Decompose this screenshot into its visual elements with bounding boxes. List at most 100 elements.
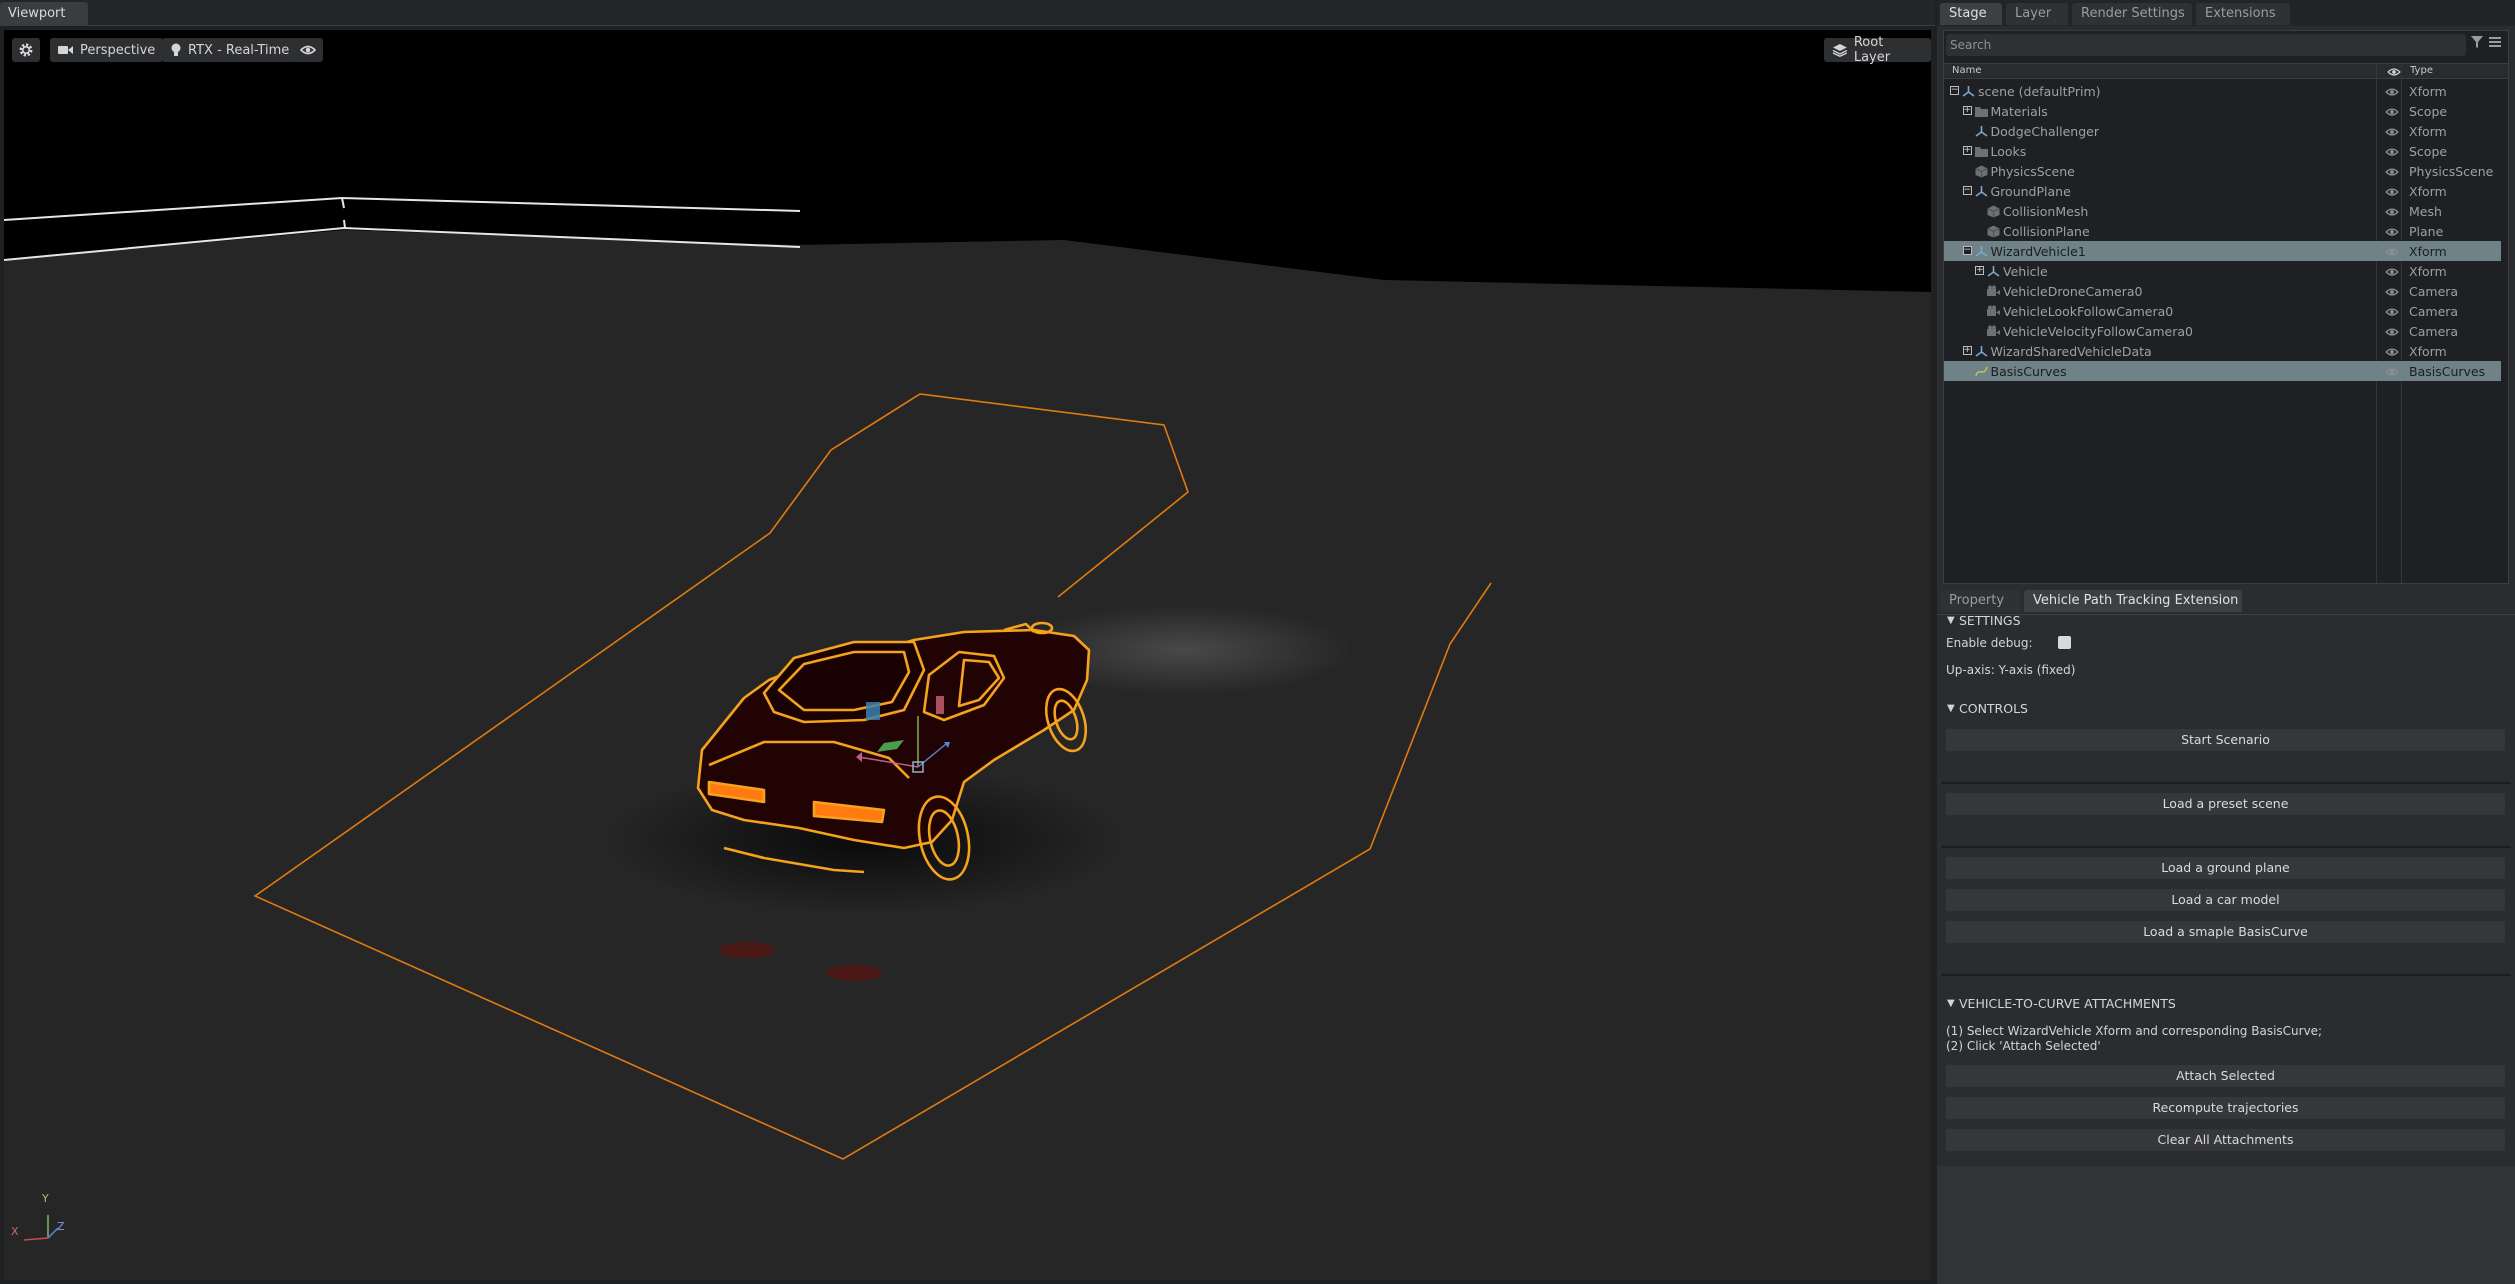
tree-row[interactable]: VehicleLookFollowCamera0 Camera — [1944, 301, 2501, 321]
visibility-toggle-icon[interactable] — [2385, 225, 2399, 240]
camera-label: Perspective — [80, 42, 156, 58]
tree-item-type: Xform — [2409, 184, 2447, 199]
stage-search-input[interactable]: Search — [1946, 34, 2466, 56]
xform-icon — [1962, 85, 1975, 98]
tree-item-type: Xform — [2409, 344, 2447, 359]
visibility-toggle-icon[interactable] — [2385, 85, 2399, 100]
render-mode-button[interactable]: RTX - Real-Time — [162, 38, 298, 62]
filter-icon[interactable] — [2471, 36, 2483, 48]
visibility-button[interactable] — [293, 38, 323, 62]
tree-item-name: scene (defaultPrim) — [1978, 84, 2101, 99]
tree-row[interactable]: − scene (defaultPrim) Xform — [1944, 81, 2501, 101]
collapse-icon: ▼ — [1947, 703, 1955, 714]
load-ground-plane-button[interactable]: Load a ground plane — [1946, 857, 2505, 879]
visibility-toggle-icon[interactable] — [2385, 305, 2399, 320]
tree-item-name: BasisCurves — [1990, 364, 2067, 379]
start-scenario-button[interactable]: Start Scenario — [1946, 729, 2505, 751]
folder-icon — [1974, 105, 1988, 118]
visibility-toggle-icon[interactable] — [2385, 345, 2399, 360]
expand-icon[interactable]: + — [1962, 106, 1972, 115]
visibility-toggle-icon[interactable] — [2385, 125, 2399, 140]
tree-row[interactable]: + WizardSharedVehicleData Xform — [1944, 341, 2501, 361]
xform-icon — [1975, 345, 1988, 358]
layers-icon — [1832, 44, 1848, 57]
tree-row[interactable]: + Vehicle Xform — [1944, 261, 2501, 281]
tree-item-type: Mesh — [2409, 204, 2442, 219]
collapse-icon[interactable]: − — [1962, 246, 1972, 255]
options-menu-icon[interactable] — [2489, 36, 2501, 48]
tree-row[interactable]: DodgeChallenger Xform — [1944, 121, 2501, 141]
xform-icon — [1975, 125, 1988, 138]
enable-debug-checkbox[interactable] — [2058, 636, 2071, 649]
attach-selected-button[interactable]: Attach Selected — [1946, 1065, 2505, 1087]
tab-layer[interactable]: Layer — [2006, 3, 2068, 25]
stage-tree-panel: Search Name Type − scene (defaultPrim) X… — [1943, 30, 2509, 584]
tab-property[interactable]: Property — [1940, 590, 2020, 612]
tree-row[interactable]: + Materials Scope — [1944, 101, 2501, 121]
tree-item-name: CollisionMesh — [2003, 204, 2089, 219]
up-axis-label: Up-axis: Y-axis (fixed) — [1946, 663, 2076, 677]
visibility-toggle-icon[interactable] — [2385, 185, 2399, 200]
root-layer-button[interactable]: Root Layer — [1824, 35, 1931, 65]
visibility-toggle-icon[interactable] — [2385, 165, 2399, 180]
load-preset-scene-button[interactable]: Load a preset scene — [1946, 793, 2505, 815]
tree-row[interactable]: VehicleDroneCamera0 Camera — [1944, 281, 2501, 301]
expand-icon[interactable]: + — [1962, 146, 1972, 155]
tab-extensions[interactable]: Extensions — [2196, 3, 2290, 25]
recompute-trajectories-button[interactable]: Recompute trajectories — [1946, 1097, 2505, 1119]
visibility-toggle-icon[interactable] — [2385, 105, 2399, 120]
visibility-toggle-icon[interactable] — [2385, 245, 2399, 260]
tree-item-type: PhysicsScene — [2409, 164, 2494, 179]
viewport-settings-button[interactable] — [12, 38, 40, 62]
cube-icon — [1987, 205, 2000, 218]
collapse-icon[interactable]: − — [1962, 186, 1972, 195]
tree-item-name: GroundPlane — [1990, 184, 2071, 199]
gear-icon — [19, 43, 33, 57]
tree-row[interactable]: PhysicsScene PhysicsScene — [1944, 161, 2501, 181]
axis-y-label: Y — [42, 1192, 49, 1205]
column-type[interactable]: Type — [2410, 65, 2433, 76]
tab-vehicle-path-tracking[interactable]: Vehicle Path Tracking Extension — [2024, 590, 2242, 612]
axis-triad — [23, 1215, 59, 1241]
visibility-toggle-icon[interactable] — [2385, 365, 2399, 380]
tab-viewport[interactable]: Viewport — [0, 2, 88, 26]
tree-item-name: WizardSharedVehicleData — [1990, 344, 2152, 359]
column-name[interactable]: Name — [1952, 65, 1982, 76]
tree-row[interactable]: VehicleVelocityFollowCamera0 Camera — [1944, 321, 2501, 341]
right-panel: Stage Layer Render Settings Extensions S… — [1937, 0, 2515, 1284]
visibility-toggle-icon[interactable] — [2385, 325, 2399, 340]
tree-item-type: Camera — [2409, 304, 2459, 319]
tree-item-type: Camera — [2409, 324, 2459, 339]
visibility-toggle-icon[interactable] — [2385, 265, 2399, 280]
controls-section-header[interactable]: ▼ CONTROLS — [1941, 698, 2511, 720]
expand-icon[interactable]: + — [1962, 346, 1972, 355]
viewport-canvas[interactable]: Y X Z Perspective RTX - Real-Time Root L… — [4, 30, 1931, 1280]
tree-item-name: VehicleDroneCamera0 — [2003, 284, 2143, 299]
tree-item-name: PhysicsScene — [1990, 164, 2075, 179]
load-sample-basiscurve-button[interactable]: Load a smaple BasisCurve — [1946, 921, 2505, 943]
xform-icon — [1975, 185, 1988, 198]
expand-icon[interactable]: + — [1975, 266, 1984, 275]
scene-render — [4, 30, 1931, 1241]
load-car-model-button[interactable]: Load a car model — [1946, 889, 2505, 911]
tree-item-name: VehicleVelocityFollowCamera0 — [2003, 324, 2193, 339]
viewport-tabbar: Viewport — [0, 0, 1935, 26]
tree-row[interactable]: − GroundPlane Xform — [1944, 181, 2501, 201]
tab-render-settings[interactable]: Render Settings — [2072, 3, 2192, 25]
tab-stage[interactable]: Stage — [1940, 3, 2002, 25]
camera-button[interactable]: Perspective — [50, 38, 164, 62]
collapse-icon[interactable]: − — [1950, 86, 1959, 95]
tree-row[interactable]: CollisionMesh Mesh — [1944, 201, 2501, 221]
clear-all-attachments-button[interactable]: Clear All Attachments — [1946, 1129, 2505, 1151]
tree-row[interactable]: CollisionPlane Plane — [1944, 221, 2501, 241]
visibility-toggle-icon[interactable] — [2385, 145, 2399, 160]
tree-item-name: Vehicle — [2003, 264, 2048, 279]
settings-section-header[interactable]: ▼ SETTINGS — [1941, 610, 2511, 632]
visibility-toggle-icon[interactable] — [2385, 205, 2399, 220]
tree-row[interactable]: − WizardVehicle1 Xform — [1944, 241, 2501, 261]
visibility-toggle-icon[interactable] — [2385, 285, 2399, 300]
attachments-section-header[interactable]: ▼ VEHICLE-TO-CURVE ATTACHMENTS — [1941, 993, 2511, 1015]
visibility-column-icon — [2387, 68, 2401, 76]
tree-row[interactable]: BasisCurves BasisCurves — [1944, 361, 2501, 381]
tree-row[interactable]: + Looks Scope — [1944, 141, 2501, 161]
